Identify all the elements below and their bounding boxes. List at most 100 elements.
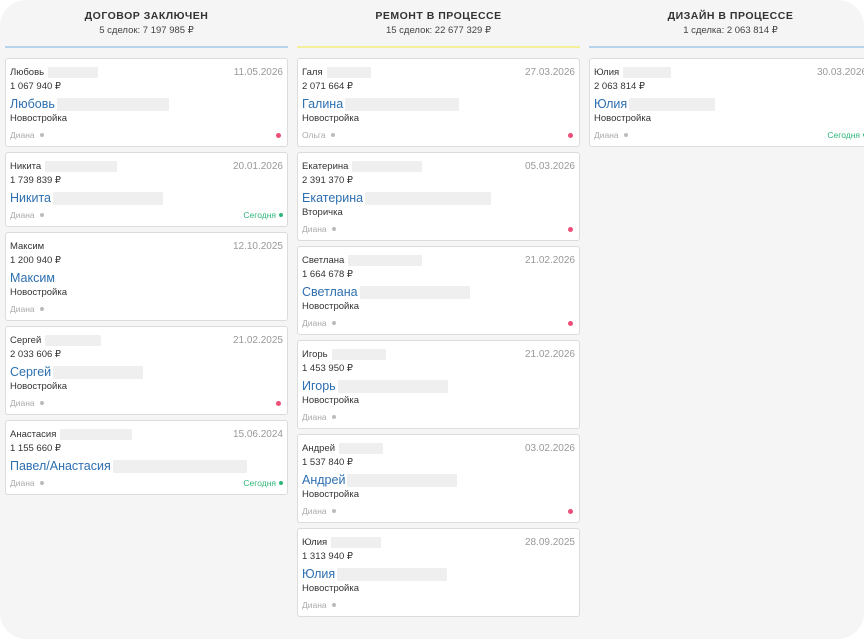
deal-title-link[interactable]: Павел/Анастасия xyxy=(10,458,283,474)
property-type: Новостройка xyxy=(594,113,651,124)
redacted-block xyxy=(112,459,247,473)
client-name-text: Андрей xyxy=(302,442,335,454)
redacted-block xyxy=(326,66,371,78)
redacted-block xyxy=(348,254,423,266)
deal-title-text: Екатерина xyxy=(302,191,364,205)
status-dot-icon xyxy=(279,481,283,485)
deal-amount: 1 067 940 ₽ xyxy=(10,81,61,92)
kanban-board: ДОГОВОР ЗАКЛЮЧЕН 5 сделок: 7 197 985 ₽ Л… xyxy=(0,0,864,639)
deal-title-link[interactable]: Юлия xyxy=(302,566,575,582)
column-header: РЕМОНТ В ПРОЦЕССЕ 15 сделок: 22 677 329 … xyxy=(297,0,580,46)
deal-title-text: Павел/Анастасия xyxy=(10,459,111,473)
client-name-text: Сергей xyxy=(10,334,42,346)
client-name: Андрей xyxy=(302,442,383,454)
column-summary: 1 сделка: 2 063 814 ₽ xyxy=(683,25,778,36)
deal-title-text: Сергей xyxy=(10,365,52,379)
client-name: Сергей xyxy=(10,334,102,346)
manager: Диана xyxy=(302,506,336,516)
property-type: Новостройка xyxy=(10,381,67,392)
deal-title-link[interactable]: Любовь xyxy=(10,96,283,112)
deal-title-link[interactable]: Юлия xyxy=(594,96,864,112)
manager-dot-icon xyxy=(331,509,336,513)
deal-date: 21.02.2026 xyxy=(524,348,575,360)
deal-title-text: Игорь xyxy=(302,379,336,393)
manager-dot-icon xyxy=(623,133,628,137)
deal-date: 12.10.2025 xyxy=(232,240,283,252)
manager-name: Диана xyxy=(302,412,327,422)
manager: Диана xyxy=(10,210,44,220)
client-name-text: Игорь xyxy=(302,348,328,360)
client-name: Юлия xyxy=(302,536,382,548)
deal-title-link[interactable]: Максим xyxy=(10,270,283,286)
redacted-block xyxy=(623,66,672,78)
client-name-text: Максим xyxy=(10,240,45,252)
deal-card[interactable]: Максим 12.10.2025 1 200 940 ₽ Максим Нов… xyxy=(5,232,288,321)
deal-card[interactable]: Светлана 21.02.2026 1 664 678 ₽ Светлана… xyxy=(297,246,580,335)
deal-date: 05.03.2026 xyxy=(524,160,575,172)
client-name-text: Галя xyxy=(302,66,323,78)
column-divider xyxy=(5,46,288,48)
manager: Диана xyxy=(10,398,44,408)
deal-title-link[interactable]: Никита xyxy=(10,190,283,206)
client-name-text: Юлия xyxy=(594,66,620,78)
redacted-block xyxy=(48,66,99,78)
alert-dot-icon xyxy=(276,132,281,138)
deal-card[interactable]: Юлия 30.03.2026 2 063 814 ₽ Юлия Новостр… xyxy=(589,58,864,147)
property-type: Новостройка xyxy=(302,395,359,406)
deal-title-link[interactable]: Сергей xyxy=(10,364,283,380)
alert-dot-icon xyxy=(276,400,281,406)
deal-card[interactable]: Галя 27.03.2026 2 071 664 ₽ Галина Новос… xyxy=(297,58,580,147)
deal-date: 21.02.2026 xyxy=(524,254,575,266)
deal-title-link[interactable]: Андрей xyxy=(302,472,575,488)
deal-amount: 1 739 839 ₽ xyxy=(10,175,61,186)
manager-dot-icon xyxy=(39,133,44,137)
deal-card[interactable]: Анастасия 15.06.2024 1 155 660 ₽ Павел/А… xyxy=(5,420,288,495)
manager-name: Диана xyxy=(302,224,327,234)
deal-card[interactable]: Екатерина 05.03.2026 2 391 370 ₽ Екатери… xyxy=(297,152,580,241)
client-name: Максим xyxy=(10,241,44,252)
status-badge: Сегодня xyxy=(243,210,283,220)
deal-card[interactable]: Юлия 28.09.2025 1 313 940 ₽ Юлия Новостр… xyxy=(297,528,580,617)
deal-title-link[interactable]: Екатерина xyxy=(302,190,575,206)
alert-dot-icon xyxy=(568,132,573,138)
column-divider xyxy=(589,46,864,48)
manager-name: Диана xyxy=(10,130,35,140)
redacted-block xyxy=(629,97,716,111)
deal-title-text: Галина xyxy=(302,97,344,111)
deal-title-link[interactable]: Галина xyxy=(302,96,575,112)
property-type: Новостройка xyxy=(302,489,359,500)
deal-card[interactable]: Никита 20.01.2026 1 739 839 ₽ Никита Диа… xyxy=(5,152,288,227)
deal-card[interactable]: Игорь 21.02.2026 1 453 950 ₽ Игорь Новос… xyxy=(297,340,580,429)
manager-dot-icon xyxy=(330,133,335,137)
manager-name: Диана xyxy=(302,600,327,610)
redacted-block xyxy=(331,348,386,360)
client-name-text: Никита xyxy=(10,160,42,172)
client-name-text: Екатерина xyxy=(302,160,349,172)
manager-dot-icon xyxy=(331,415,336,419)
deal-amount: 1 664 678 ₽ xyxy=(302,269,353,280)
deal-title-link[interactable]: Светлана xyxy=(302,284,575,300)
manager-name: Диана xyxy=(594,130,619,140)
column-summary: 15 сделок: 22 677 329 ₽ xyxy=(385,25,492,36)
deal-card[interactable]: Любовь 11.05.2026 1 067 940 ₽ Любовь Нов… xyxy=(5,58,288,147)
status-text: Сегодня xyxy=(827,130,860,140)
deal-date: 28.09.2025 xyxy=(524,536,575,548)
column-divider xyxy=(297,46,580,48)
manager-dot-icon xyxy=(331,321,336,325)
client-name: Никита xyxy=(10,160,118,172)
manager: Диана xyxy=(302,412,336,422)
deal-card[interactable]: Андрей 03.02.2026 1 537 840 ₽ Андрей Нов… xyxy=(297,434,580,523)
column-header: ДОГОВОР ЗАКЛЮЧЕН 5 сделок: 7 197 985 ₽ xyxy=(5,0,288,46)
property-type: Новостройка xyxy=(302,583,359,594)
deal-amount: 1 313 940 ₽ xyxy=(302,551,353,562)
deal-card[interactable]: Сергей 21.02.2025 2 033 606 ₽ Сергей Нов… xyxy=(5,326,288,415)
redacted-block xyxy=(60,428,133,440)
deal-title-link[interactable]: Игорь xyxy=(302,378,575,394)
column-1: РЕМОНТ В ПРОЦЕССЕ 15 сделок: 22 677 329 … xyxy=(297,0,580,622)
redacted-block xyxy=(345,97,460,111)
manager-dot-icon xyxy=(39,481,44,485)
client-name: Галя xyxy=(302,66,371,78)
deal-date: 11.05.2026 xyxy=(233,66,283,78)
manager-dot-icon xyxy=(39,307,44,311)
redacted-block xyxy=(45,160,118,172)
